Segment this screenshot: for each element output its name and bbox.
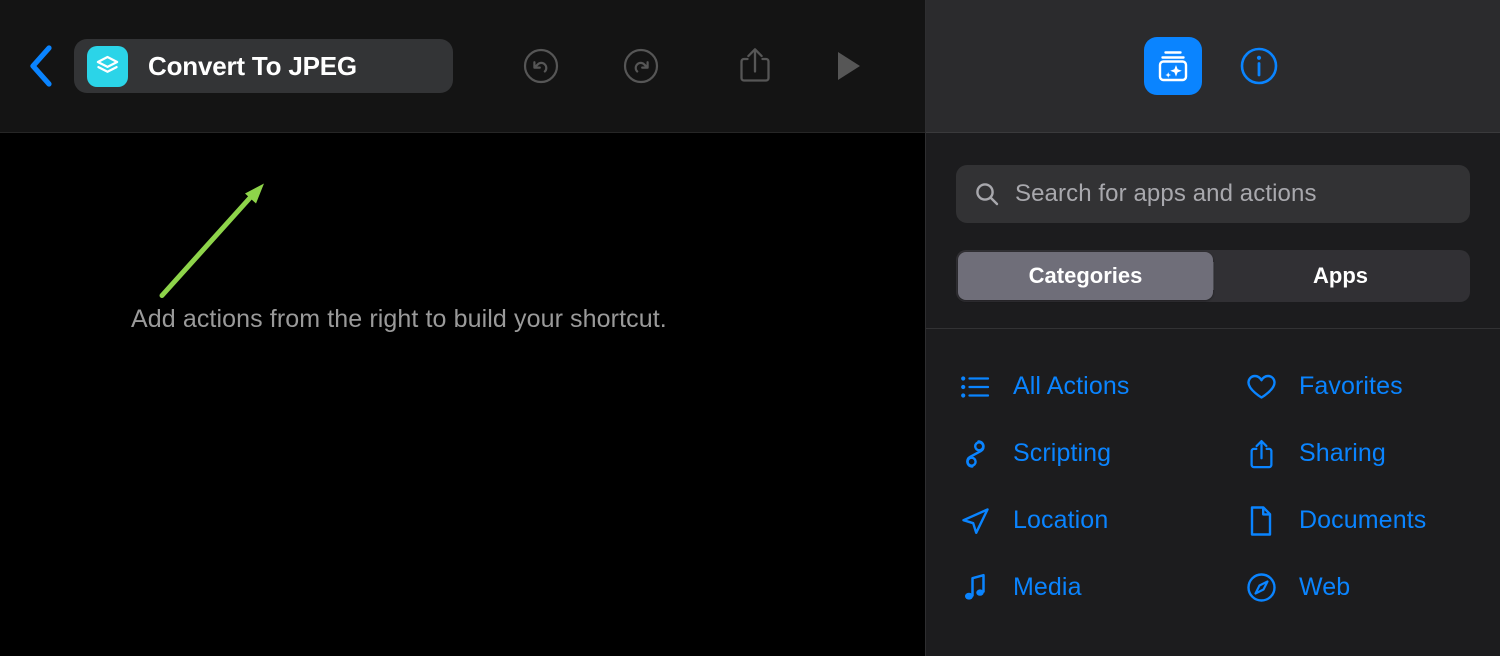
library-header: [926, 0, 1500, 133]
action-library-button[interactable]: [1144, 37, 1202, 95]
undo-icon: [523, 48, 559, 84]
safari-compass-icon: [1244, 571, 1278, 605]
category-item-favorites[interactable]: Favorites: [1213, 353, 1500, 420]
library-scope-segmented-control: Categories Apps: [926, 223, 1500, 302]
document-icon: [1244, 504, 1278, 538]
location-arrow-icon: [958, 504, 992, 538]
run-button[interactable]: [818, 38, 880, 94]
redo-icon: [623, 48, 659, 84]
shortcut-details-button[interactable]: [1236, 43, 1282, 89]
search-icon: [976, 183, 999, 206]
heart-icon: [1244, 370, 1278, 404]
info-circle-icon: [1240, 47, 1278, 85]
category-grid: All Actions Favorites Scripting Sharing …: [926, 329, 1500, 621]
chevron-left-icon: [30, 45, 52, 87]
tab-categories[interactable]: Categories: [958, 252, 1213, 300]
search-placeholder-text: Search for apps and actions: [1015, 180, 1317, 207]
category-label: Media: [1013, 573, 1082, 601]
share-icon: [740, 48, 770, 82]
category-item-location[interactable]: Location: [926, 487, 1213, 554]
action-library-pane: Search for apps and actions Categories A…: [925, 0, 1500, 656]
shortcut-editor-pane: Convert To JPEG Add actions from the rig…: [0, 0, 925, 656]
category-item-documents[interactable]: Documents: [1213, 487, 1500, 554]
editor-toolbar: Convert To JPEG: [0, 0, 925, 133]
category-label: Scripting: [1013, 439, 1112, 467]
music-note-icon: [958, 571, 992, 605]
editor-action-buttons: [510, 38, 880, 94]
annotation-arrow: [159, 183, 264, 298]
scripting-icon: [958, 437, 992, 471]
list-bullet-icon: [958, 370, 992, 404]
category-label: Favorites: [1299, 372, 1403, 400]
category-item-sharing[interactable]: Sharing: [1213, 420, 1500, 487]
category-item-scripting[interactable]: Scripting: [926, 420, 1213, 487]
category-item-media[interactable]: Media: [926, 554, 1213, 621]
redo-button[interactable]: [610, 38, 672, 94]
back-button[interactable]: [18, 38, 64, 94]
empty-canvas-hint: Add actions from the right to build your…: [131, 305, 667, 333]
search-container: Search for apps and actions: [926, 133, 1500, 223]
shortcut-name-field[interactable]: Convert To JPEG: [74, 39, 453, 93]
shortcut-canvas[interactable]: Add actions from the right to build your…: [0, 133, 925, 656]
category-label: Web: [1299, 573, 1351, 601]
search-input[interactable]: Search for apps and actions: [956, 165, 1470, 223]
category-item-web[interactable]: Web: [1213, 554, 1500, 621]
category-label: Sharing: [1299, 439, 1386, 467]
library-body: Search for apps and actions Categories A…: [926, 133, 1500, 621]
category-item-all-actions[interactable]: All Actions: [926, 353, 1213, 420]
tab-apps-label: Apps: [1313, 263, 1368, 288]
play-icon: [838, 52, 860, 80]
category-label: All Actions: [1013, 372, 1130, 400]
category-label: Documents: [1299, 506, 1427, 534]
category-label: Location: [1013, 506, 1109, 534]
undo-button[interactable]: [510, 38, 572, 94]
stacked-layers-icon: [87, 45, 128, 87]
library-sparkle-icon: [1158, 51, 1188, 82]
tab-categories-label: Categories: [1028, 263, 1143, 288]
shortcut-name-text: Convert To JPEG: [148, 50, 357, 81]
share-button[interactable]: [724, 38, 786, 94]
tab-apps[interactable]: Apps: [1213, 252, 1468, 300]
shortcuts-editor-window: Convert To JPEG Add actions from the rig…: [0, 0, 1500, 656]
share-icon: [1244, 437, 1278, 471]
